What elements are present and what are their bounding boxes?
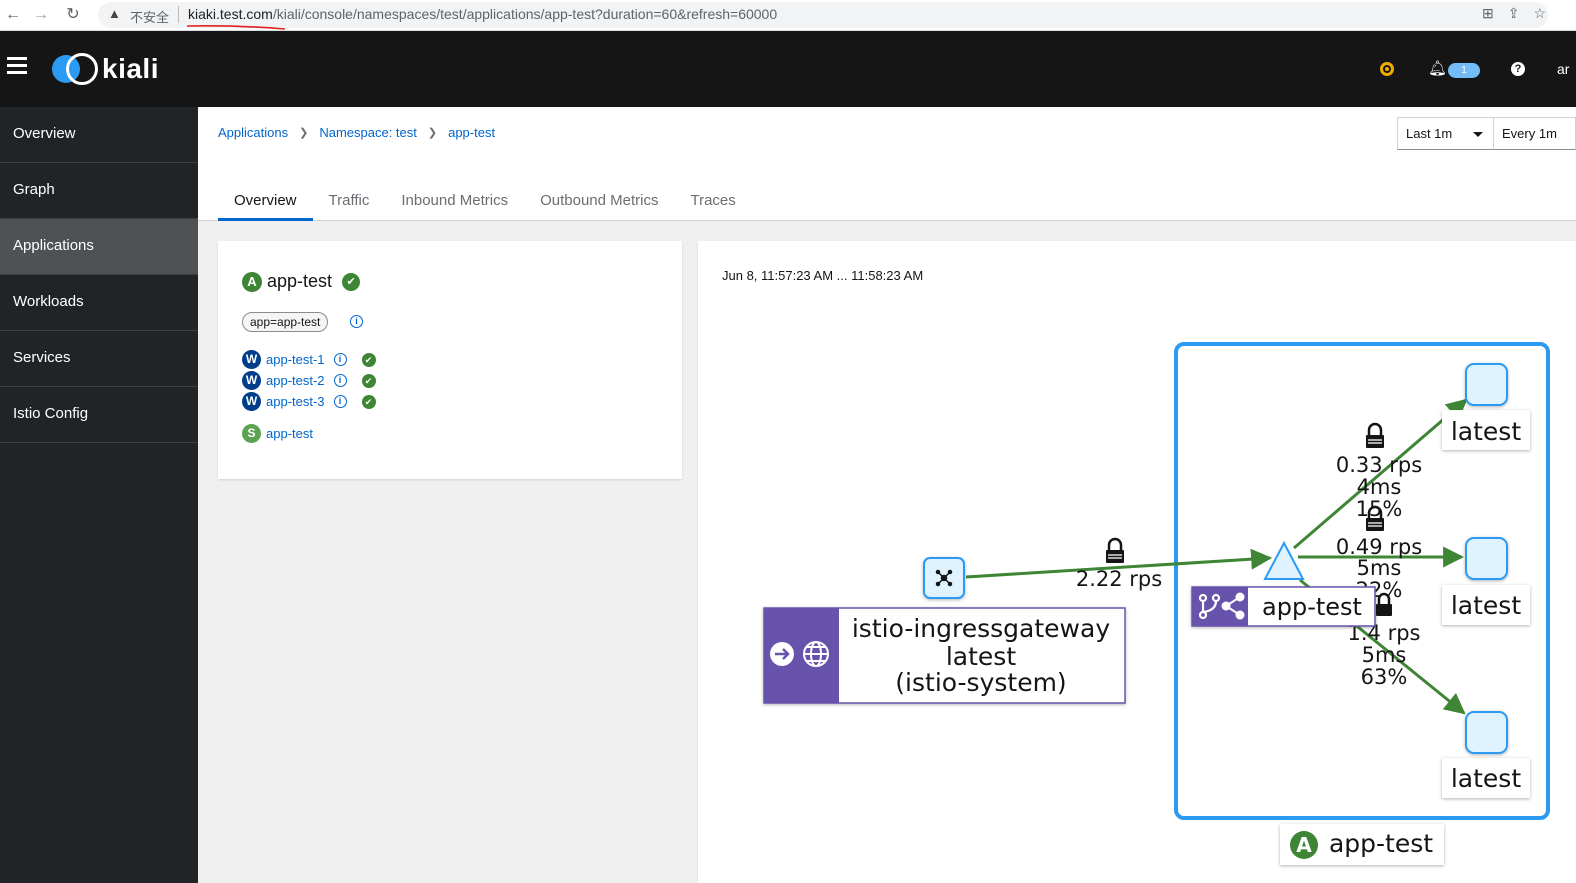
info-icon[interactable]: i (350, 315, 363, 328)
workload-row: W app-test-3 i ✔ (242, 392, 376, 411)
tab-inbound-metrics[interactable]: Inbound Metrics (385, 181, 524, 221)
tab-bar: Overview Traffic Inbound Metrics Outboun… (218, 181, 752, 221)
workload-badge: W (242, 350, 261, 369)
help-icon[interactable]: ? (1511, 62, 1525, 76)
workload-link[interactable]: app-test-1 (266, 352, 325, 367)
sidebar-nav: Overview Graph Applications Workloads Se… (0, 107, 198, 883)
healthy-check-icon[interactable]: ✔ (342, 272, 361, 291)
breadcrumb-app[interactable]: app-test (448, 125, 495, 140)
url-path: /kiali/console/namespaces/test/applicati… (272, 6, 778, 22)
share-icon[interactable]: ⇪ (1508, 5, 1520, 22)
red-underline-annotation (186, 25, 286, 30)
caret-down-icon (1473, 132, 1483, 137)
hamburger-menu-icon[interactable] (7, 57, 27, 75)
workload-badge: W (242, 392, 261, 411)
chevron-right-icon: ❯ (299, 127, 309, 139)
insecure-label: 不安全 (130, 10, 170, 25)
app-label-chip: app=app-test (242, 312, 329, 332)
sidebar-item-graph[interactable]: Graph (0, 163, 198, 219)
healthy-check-icon[interactable]: ✔ (361, 394, 376, 409)
address-bar[interactable]: ▲ 不安全 kiaki.test.com/kiali/console/names… (98, 2, 1548, 30)
app-description-card: A app-test ✔ app=app-test i W app-test-1… (218, 241, 682, 479)
breadcrumb-namespace[interactable]: Namespace: test (319, 125, 417, 140)
app-title: A app-test ✔ (242, 271, 361, 292)
notification-badge[interactable]: 1 (1448, 63, 1480, 78)
kiali-logo[interactable]: kiali (52, 53, 159, 85)
sidebar-item-istio-config[interactable]: Istio Config (0, 387, 198, 443)
url-host: kiaki.test.com (188, 6, 273, 22)
masthead: kiali 🔔︎ 1 ? ar (0, 31, 1576, 107)
info-icon[interactable]: i (333, 353, 347, 366)
info-icon[interactable]: i (333, 395, 347, 408)
service-link[interactable]: app-test (266, 426, 313, 441)
translate-icon[interactable]: ⊞ (1482, 5, 1494, 22)
user-menu[interactable]: ar (1557, 61, 1569, 77)
workload-link[interactable]: app-test-3 (266, 394, 325, 409)
url-text[interactable]: kiaki.test.com/kiali/console/namespaces/… (188, 6, 777, 22)
url-divider (178, 6, 179, 23)
healthy-check-icon[interactable]: ✔ (361, 352, 376, 367)
reload-icon[interactable]: ↻ (62, 4, 84, 26)
service-row: S app-test (242, 424, 313, 443)
refresh-interval-dropdown[interactable]: Every 1m (1494, 117, 1576, 150)
sidebar-item-services[interactable]: Services (0, 331, 198, 387)
bookmark-star-icon[interactable]: ☆ (1533, 5, 1546, 22)
logo-mark (52, 53, 98, 85)
logo-text: kiali (102, 53, 159, 84)
status-indicator-icon[interactable] (1380, 62, 1394, 76)
workload-row: W app-test-2 i ✔ (242, 371, 376, 390)
time-range-dropdown[interactable]: Last 1m (1397, 117, 1494, 150)
service-badge: S (242, 424, 261, 443)
browser-actions: ⊞ ⇪ ☆ (1482, 5, 1546, 22)
breadcrumb-applications[interactable]: Applications (218, 125, 288, 140)
bell-icon[interactable]: 🔔︎ (1428, 59, 1447, 77)
sidebar-item-overview[interactable]: Overview (0, 107, 198, 163)
page-header: Applications ❯ Namespace: test ❯ app-tes… (198, 107, 1576, 221)
time-range-value: Last 1m (1406, 126, 1453, 141)
sidebar-item-workloads[interactable]: Workloads (0, 275, 198, 331)
info-icon[interactable]: i (333, 374, 347, 387)
tab-traces[interactable]: Traces (674, 181, 751, 221)
graph-time-range: Jun 8, 11:57:23 AM ... 11:58:23 AM (722, 268, 924, 283)
time-controls: Last 1m Every 1m (1397, 117, 1576, 150)
tab-overview[interactable]: Overview (218, 181, 313, 221)
workload-link[interactable]: app-test-2 (266, 373, 325, 388)
sidebar-item-applications[interactable]: Applications (0, 219, 198, 275)
workload-row: W app-test-1 i ✔ (242, 350, 376, 369)
healthy-check-icon[interactable]: ✔ (361, 373, 376, 388)
warning-icon: ▲ (108, 6, 121, 21)
workload-badge: W (242, 371, 261, 390)
forward-arrow-icon[interactable]: → (30, 4, 52, 26)
graph-card: Jun 8, 11:57:23 AM ... 11:58:23 AM (698, 241, 1576, 883)
chevron-right-icon: ❯ (427, 127, 438, 139)
refresh-interval-value: Every 1m (1502, 126, 1557, 141)
browser-toolbar: ← → ↻ ▲ 不安全 kiaki.test.com/kiali/console… (0, 0, 1576, 31)
breadcrumb: Applications ❯ Namespace: test ❯ app-tes… (218, 125, 495, 140)
back-arrow-icon[interactable]: ← (2, 4, 24, 26)
app-badge: A (242, 271, 262, 292)
tab-traffic[interactable]: Traffic (313, 181, 386, 221)
app-name: app-test (267, 271, 333, 291)
main-content: Applications ❯ Namespace: test ❯ app-tes… (198, 107, 1576, 883)
tab-outbound-metrics[interactable]: Outbound Metrics (524, 181, 674, 221)
